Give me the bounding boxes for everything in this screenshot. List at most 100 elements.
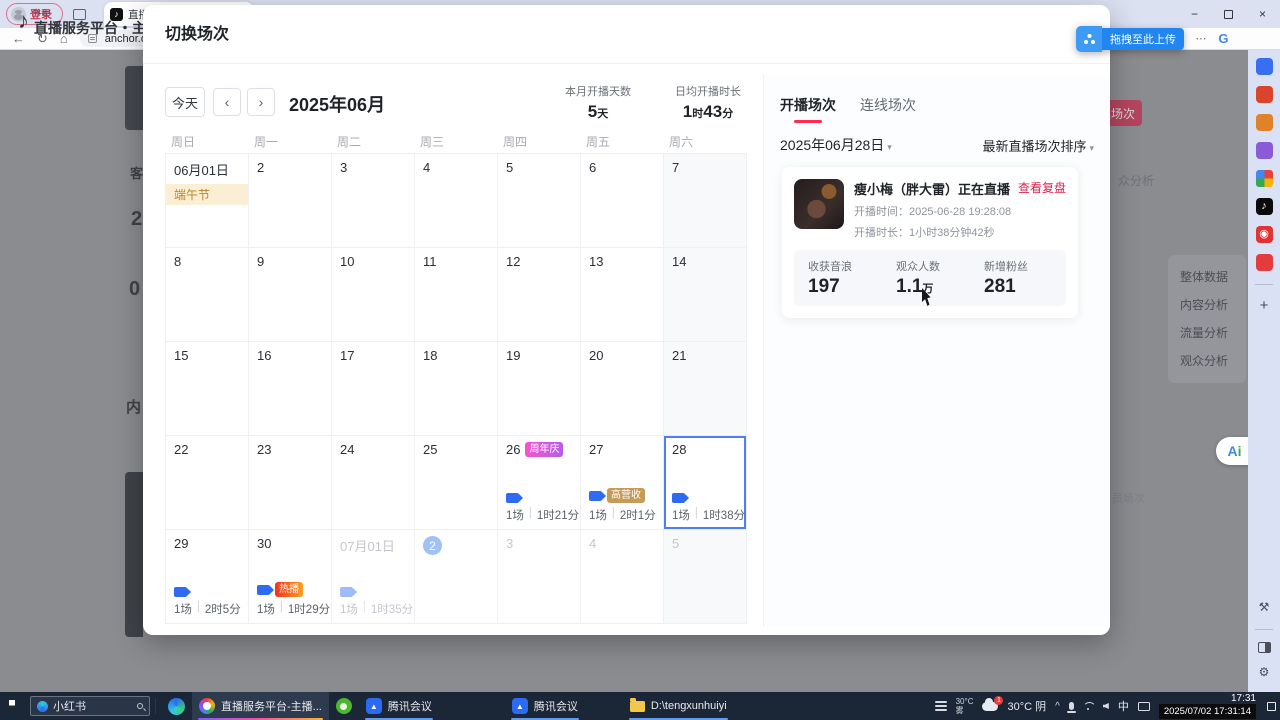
- calendar-day-cell[interactable]: 3: [332, 154, 415, 248]
- taskbar-search-box[interactable]: 小红书: [30, 696, 150, 716]
- tab-broadcast-sessions[interactable]: 开播场次: [780, 95, 836, 123]
- calendar-day-cell[interactable]: 15: [166, 342, 249, 436]
- calendar-day-cell[interactable]: 22: [166, 436, 249, 530]
- settings-gear-icon[interactable]: ⚙: [1256, 664, 1273, 681]
- calendar-day-cell[interactable]: 12: [498, 248, 581, 342]
- calendar-day-cell[interactable]: 16: [249, 342, 332, 436]
- minimize-button[interactable]: −: [1191, 7, 1198, 21]
- session-icons: [672, 493, 685, 503]
- shopping-tag-icon[interactable]: [1256, 58, 1273, 75]
- calendar-day-cell[interactable]: 5: [498, 154, 581, 248]
- red-app-icon[interactable]: [1256, 254, 1273, 271]
- next-month-button[interactable]: ›: [247, 88, 275, 116]
- calendar-day-cell[interactable]: 10: [332, 248, 415, 342]
- add-sidebar-item-icon[interactable]: +: [1256, 297, 1273, 314]
- calendar-day-cell[interactable]: 14: [664, 248, 747, 342]
- network-icon[interactable]: [1083, 702, 1094, 710]
- drag-upload-button[interactable]: 拖拽至此上传: [1076, 26, 1184, 52]
- calendar-day-cell[interactable]: 291场|2时5分: [166, 530, 249, 624]
- news-menu-icon[interactable]: [935, 701, 947, 711]
- view-review-link[interactable]: 查看复盘: [1018, 179, 1066, 196]
- calendar-day-cell[interactable]: 17: [332, 342, 415, 436]
- taskbar-tencent-meeting[interactable]: ▲ 腾讯会议: [359, 692, 439, 720]
- calendar-day-cell[interactable]: 20: [581, 342, 664, 436]
- date-number: 18: [423, 348, 437, 363]
- calendar-day-cell[interactable]: 11: [415, 248, 498, 342]
- start-button-icon[interactable]: [9, 700, 22, 713]
- date-row: 21: [672, 348, 738, 363]
- calendar-day-cell[interactable]: 2: [415, 530, 498, 624]
- calendar-day-cell[interactable]: 23: [249, 436, 332, 530]
- toolbox-icon[interactable]: [1256, 114, 1273, 131]
- weather-text[interactable]: 30°C 阴: [1007, 698, 1046, 714]
- session-card[interactable]: 瘦小梅（胖大雷）正在直播 查看复盘 开播时间：2025-06-28 19:28:…: [782, 167, 1078, 318]
- taskbar-folder-window[interactable]: D:\tengxunhuiyi: [623, 692, 734, 720]
- calendar-day-cell[interactable]: 30热播1场|1时29分: [249, 530, 332, 624]
- taskbar-active-window[interactable]: 直播服务平台-主播...: [192, 692, 329, 720]
- calendar-day-cell[interactable]: 7: [664, 154, 747, 248]
- sidebar-panel-icon[interactable]: [1258, 642, 1271, 653]
- taskbar-clock[interactable]: 17:31 2025/07/02 17:31:14: [1159, 693, 1256, 719]
- douyin-app-icon[interactable]: ♪: [1256, 198, 1273, 215]
- calendar-day-cell[interactable]: 06月01日端午节: [166, 154, 249, 248]
- data-analysis-nav: 整体数据内容分析流量分析观众分析: [1168, 255, 1246, 383]
- calendar-weekday-header: 周日周一周二周三周四周五周六: [165, 133, 746, 150]
- speaker-icon[interactable]: [1103, 703, 1109, 709]
- tools-icon[interactable]: ⚒: [1256, 599, 1273, 616]
- close-button[interactable]: ×: [1259, 7, 1266, 21]
- today-button[interactable]: 今天: [165, 87, 205, 117]
- calendar-day-cell[interactable]: 5: [664, 530, 747, 624]
- calendar-day-cell[interactable]: 26周年庆1场|1时21分: [498, 436, 581, 530]
- calendar-day-cell[interactable]: 4: [415, 154, 498, 248]
- date-row: 3: [506, 536, 572, 551]
- calendar-day-cell[interactable]: 27高营收1场|2时1分: [581, 436, 664, 530]
- more-menu-icon[interactable]: ⋯: [1195, 32, 1206, 45]
- tab-link-sessions[interactable]: 连线场次: [860, 95, 916, 123]
- weather-mini-widget[interactable]: 30°C 雾: [956, 697, 974, 715]
- sort-label: 最新直播场次排序: [982, 139, 1086, 154]
- taskbar-tencent-meeting-2[interactable]: ▲ 腾讯会议: [505, 692, 585, 720]
- hourglass-app-icon[interactable]: [1256, 142, 1273, 159]
- app-grid-icon[interactable]: [1256, 170, 1273, 187]
- office-app-icon[interactable]: [1256, 86, 1273, 103]
- microphone-icon[interactable]: [1069, 702, 1074, 710]
- browser-eye-icon[interactable]: ◉: [1256, 226, 1273, 243]
- calendar-day-cell[interactable]: 4: [581, 530, 664, 624]
- taskbar-edge-app[interactable]: [161, 692, 192, 720]
- calendar-day-cell[interactable]: 9: [249, 248, 332, 342]
- profile-avatar[interactable]: G: [1218, 31, 1228, 46]
- weather-cloud-icon[interactable]: 1: [982, 702, 998, 711]
- date-row: 22: [174, 442, 240, 457]
- calendar-day-cell[interactable]: 8: [166, 248, 249, 342]
- calendar-day-cell[interactable]: 18: [415, 342, 498, 436]
- weekday-label: 周三: [414, 133, 497, 150]
- panel-date-dropdown[interactable]: 2025年06月28日▾: [780, 135, 892, 155]
- calendar-day-cell[interactable]: 281场|1时38分: [664, 436, 747, 530]
- calendar-day-cell[interactable]: 21: [664, 342, 747, 436]
- calendar-day-cell[interactable]: 13: [581, 248, 664, 342]
- app-label: 腾讯会议: [388, 698, 432, 714]
- switch-session-modal: 切换场次 今天 ‹ › 2025年06月 本月开播天数 5天 日均开播时长 1时…: [143, 5, 1110, 635]
- taskbar-green-app[interactable]: [329, 692, 359, 720]
- video-camera-icon: [589, 491, 602, 501]
- restore-button[interactable]: [1224, 10, 1233, 19]
- date-number: 8: [174, 254, 181, 269]
- calendar-day-cell[interactable]: 3: [498, 530, 581, 624]
- calendar-day-cell[interactable]: 6: [581, 154, 664, 248]
- calendar-day-cell[interactable]: 25: [415, 436, 498, 530]
- tray-expand-icon[interactable]: ^: [1055, 701, 1060, 712]
- calendar-day-cell[interactable]: 19: [498, 342, 581, 436]
- calendar-day-cell[interactable]: 07月01日1场|1时35分: [332, 530, 415, 624]
- prev-month-button[interactable]: ‹: [213, 88, 241, 116]
- date-row: 13: [589, 254, 655, 269]
- date-number: 6: [589, 160, 596, 175]
- calendar-day-cell[interactable]: 24: [332, 436, 415, 530]
- sort-dropdown[interactable]: 最新直播场次排序▾: [982, 136, 1094, 155]
- calendar-day-cell[interactable]: 2: [249, 154, 332, 248]
- notification-center-icon[interactable]: [1267, 702, 1276, 711]
- separator: |: [197, 601, 200, 617]
- stat-value: 197: [808, 276, 852, 298]
- audience-analysis-fragment: 众分析: [1118, 172, 1154, 189]
- input-language-indicator[interactable]: 中: [1118, 698, 1129, 714]
- keyboard-layout-icon[interactable]: [1138, 702, 1150, 711]
